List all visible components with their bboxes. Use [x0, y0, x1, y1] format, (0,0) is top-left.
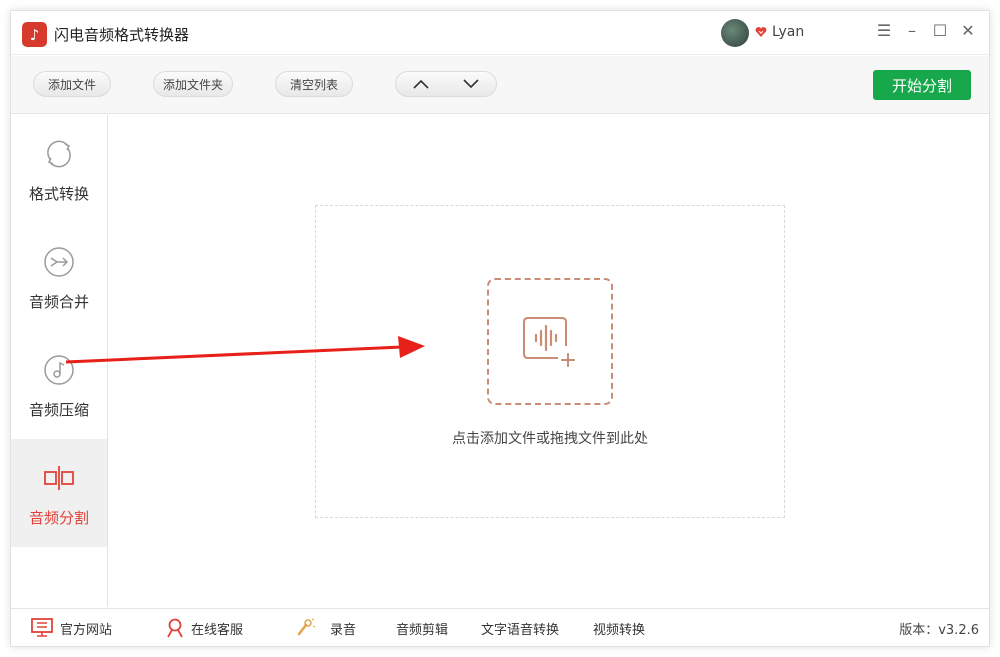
move-button-group	[395, 71, 497, 97]
avatar[interactable]	[721, 19, 749, 47]
add-audio-button[interactable]	[487, 278, 613, 405]
audio-edit-link[interactable]: 音频剪辑	[396, 609, 448, 647]
compress-icon	[44, 355, 74, 385]
add-file-button[interactable]: 添加文件	[33, 71, 111, 97]
clear-list-button[interactable]: 清空列表	[275, 71, 353, 97]
sidebar-item-audio-split[interactable]: 音频分割	[11, 439, 107, 547]
vip-heart-icon	[755, 27, 767, 37]
record-link[interactable]: 录音	[295, 609, 356, 647]
minimize-icon[interactable]: –	[901, 21, 923, 40]
sidebar-item-label: 音频合并	[28, 293, 89, 311]
sidebar: 格式转换 音频合并 音频压缩 音频分割	[11, 115, 108, 607]
menu-icon[interactable]: ☰	[873, 21, 895, 40]
website-link[interactable]: 官方网站	[31, 609, 112, 647]
split-icon	[44, 466, 74, 490]
sidebar-item-label: 格式转换	[28, 185, 89, 203]
title-bar: ♪ 闪电音频格式转换器 Lyan ☰ – ☐ ✕	[11, 11, 989, 55]
audio-edit-label: 音频剪辑	[396, 622, 449, 638]
sidebar-item-label: 音频分割	[28, 509, 89, 527]
tts-link[interactable]: 文字语音转换	[481, 609, 559, 647]
start-split-button[interactable]: 开始分割	[873, 70, 971, 100]
tts-label: 文字语音转换	[481, 622, 560, 638]
website-label: 官方网站	[60, 622, 113, 638]
sidebar-item-audio-merge[interactable]: 音频合并	[11, 223, 107, 331]
monitor-icon	[31, 618, 53, 637]
add-folder-button[interactable]: 添加文件夹	[153, 71, 233, 97]
customer-service-icon	[167, 618, 183, 638]
video-convert-link[interactable]: 视频转换	[593, 609, 645, 647]
sidebar-item-label: 音频压缩	[28, 401, 89, 419]
chevron-down-icon	[463, 79, 479, 89]
record-label: 录音	[330, 622, 357, 638]
add-audio-icon	[523, 316, 575, 367]
merge-icon	[44, 247, 74, 277]
service-link[interactable]: 在线客服	[166, 609, 243, 647]
maximize-icon[interactable]: ☐	[929, 21, 951, 40]
footer: 官方网站 在线客服 录音 音频剪辑 文字语音转换 视频转换 版本：v3.2.6	[11, 608, 989, 646]
video-convert-label: 视频转换	[593, 622, 646, 638]
move-up-button[interactable]	[396, 72, 446, 96]
toolbar: 添加文件 添加文件夹 清空列表 开始分割	[11, 56, 989, 114]
app-window: ♪ 闪电音频格式转换器 Lyan ☰ – ☐ ✕ 添加文件 添加文件夹 清空列表…	[10, 10, 990, 647]
main-content: 点击添加文件或拖拽文件到此处	[109, 115, 989, 607]
sidebar-item-format-convert[interactable]: 格式转换	[11, 115, 107, 223]
app-title: 闪电音频格式转换器	[54, 26, 190, 44]
music-note-icon: ♪	[22, 22, 47, 47]
service-label: 在线客服	[191, 622, 244, 638]
username[interactable]: Lyan	[772, 24, 804, 40]
microphone-icon	[297, 618, 315, 636]
chevron-up-icon	[413, 79, 429, 89]
move-down-button[interactable]	[446, 72, 496, 96]
sidebar-item-audio-compress[interactable]: 音频压缩	[11, 331, 107, 439]
close-icon[interactable]: ✕	[957, 21, 979, 40]
drop-hint-text: 点击添加文件或拖拽文件到此处	[452, 431, 648, 447]
version-text: 版本：v3.2.6	[899, 622, 979, 638]
file-drop-zone[interactable]: 点击添加文件或拖拽文件到此处	[315, 205, 785, 518]
refresh-icon	[47, 140, 71, 168]
